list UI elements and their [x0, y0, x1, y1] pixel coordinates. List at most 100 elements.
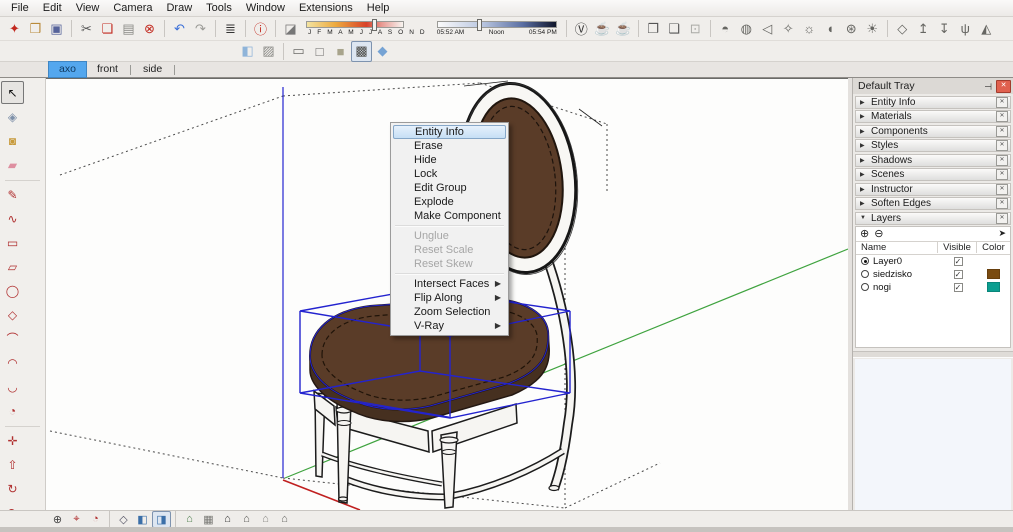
vray-dome-light-button[interactable]: ◓	[715, 18, 736, 39]
tray-panel-instructor[interactable]: ▶ Instructor ✕	[855, 182, 1011, 196]
pie-tool[interactable]: ◔	[1, 399, 24, 422]
select-tool[interactable]: ↖	[1, 81, 24, 104]
layer-active-radio[interactable]	[861, 283, 869, 291]
vray-omni-light-button[interactable]: ☼	[799, 18, 820, 39]
eraser-tool[interactable]: ▰	[1, 153, 24, 176]
toggle-north-arrow-button[interactable]: ⊕	[48, 511, 67, 528]
vray-lock-camera-button[interactable]: ⊡	[685, 18, 706, 39]
context-menu-item-erase[interactable]: Erase	[393, 139, 506, 153]
vray-mesh-light-button[interactable]: ⊛	[841, 18, 862, 39]
context-menu-item-unglue[interactable]: Unglue	[393, 229, 506, 243]
open-model-button[interactable]: ❒	[25, 18, 46, 39]
expand-arrow-icon[interactable]: ▶	[860, 171, 867, 178]
tray-panel-components[interactable]: ▶ Components ✕	[855, 124, 1011, 138]
erase-button[interactable]: ⊗	[139, 18, 160, 39]
vray-fur-button[interactable]: ψ	[955, 18, 976, 39]
section-plane-display-button[interactable]: ◇	[114, 511, 133, 528]
enter-north-angle-button[interactable]: ◔	[86, 511, 105, 528]
make-component-tool[interactable]: ◈	[1, 105, 24, 128]
panel-close-button[interactable]: ✕	[996, 111, 1008, 122]
freehand-tool[interactable]: ∿	[1, 207, 24, 230]
shadow-date-thumb[interactable]	[372, 19, 378, 31]
save-model-button[interactable]: ▣	[46, 18, 67, 39]
tray-panel-layers[interactable]: ▼ Layers ✕	[855, 211, 1011, 225]
set-north-tool-button[interactable]: ⌖	[67, 511, 86, 528]
shadow-date-slider[interactable]: J F M A M J J A S O N D	[306, 19, 427, 36]
scene-tab-front[interactable]: front	[87, 62, 128, 77]
vray-infinite-plane-button[interactable]: ◇	[892, 18, 913, 39]
vray-options-button[interactable]: Ⓥ	[571, 18, 592, 39]
vray-interactive-render-button[interactable]: ☕	[613, 18, 634, 39]
circle-tool[interactable]: ◯	[1, 279, 24, 302]
layer-visible-checkbox[interactable]: ✓	[953, 282, 963, 292]
back-edges-button[interactable]: ▨	[258, 41, 279, 62]
paint-bucket-tool[interactable]: ◙	[1, 129, 24, 152]
line-tool[interactable]: ✎	[1, 183, 24, 206]
add-layer-button[interactable]: ⊕	[860, 227, 869, 240]
layer-visible-checkbox[interactable]: ✓	[953, 256, 963, 266]
vray-dome-light-2-button[interactable]: ◖	[820, 18, 841, 39]
scene-tab-axo[interactable]: axo	[48, 61, 87, 78]
view-top-button[interactable]: ▦	[199, 511, 218, 528]
rectangle-tool[interactable]: ▭	[1, 231, 24, 254]
rotate-tool[interactable]: ↻	[1, 477, 24, 500]
expand-arrow-icon[interactable]: ▶	[860, 142, 867, 149]
tray-panel-soften-edges[interactable]: ▶ Soften Edges ✕	[855, 197, 1011, 210]
menu-draw[interactable]: Draw	[159, 1, 199, 15]
move-tool[interactable]: ✛	[1, 429, 24, 452]
layer-color-swatch[interactable]	[987, 282, 1000, 292]
menu-extensions[interactable]: Extensions	[292, 1, 360, 15]
menu-camera[interactable]: Camera	[106, 1, 159, 15]
vray-frame-buffer-button[interactable]: ❐	[643, 18, 664, 39]
tray-panel-shadows[interactable]: ▶ Shadows ✕	[855, 153, 1011, 167]
vray-batch-render-button[interactable]: ❑	[664, 18, 685, 39]
tray-panel-materials[interactable]: ▶ Materials ✕	[855, 110, 1011, 123]
display-section-fill-button[interactable]: ◨	[152, 510, 171, 528]
view-iso-button[interactable]: ⌂	[180, 511, 199, 528]
new-model-button[interactable]: ✦	[4, 18, 25, 39]
layer-active-radio[interactable]	[861, 270, 869, 278]
model-info-button[interactable]: ⓘ	[250, 18, 271, 39]
cut-button[interactable]: ✂	[76, 18, 97, 39]
tray-close-button[interactable]: ✕	[996, 79, 1011, 93]
monochrome-button[interactable]: ◆	[372, 41, 393, 62]
shadow-date-track[interactable]	[306, 19, 404, 31]
vray-ies-light-button[interactable]: ✧	[778, 18, 799, 39]
context-menu-item-hide[interactable]: Hide	[393, 153, 506, 167]
print-button[interactable]: ≣	[220, 18, 241, 39]
panel-close-button[interactable]: ✕	[996, 212, 1008, 224]
vray-export-proxy-button[interactable]: ↥	[913, 18, 934, 39]
panel-close-button[interactable]: ✕	[996, 140, 1008, 151]
push-pull-tool[interactable]: ⇧	[1, 453, 24, 476]
panel-close-button[interactable]: ✕	[996, 169, 1008, 180]
shadow-time-track[interactable]	[436, 19, 557, 31]
tray-panel-styles[interactable]: ▶ Styles ✕	[855, 139, 1011, 152]
menu-file[interactable]: File	[4, 1, 36, 15]
expand-arrow-icon[interactable]: ▶	[860, 200, 867, 207]
xray-button[interactable]: ◧	[237, 41, 258, 62]
context-menu-item-entity-info[interactable]: Entity Info	[393, 125, 506, 139]
undo-button[interactable]: ↶	[169, 18, 190, 39]
expand-arrow-icon[interactable]: ▶	[860, 99, 867, 106]
tray-panel-entity-info[interactable]: ▶ Entity Info ✕	[855, 95, 1011, 109]
context-menu-item-explode[interactable]: Explode	[393, 195, 506, 209]
context-menu-item-reset-skew[interactable]: Reset Skew	[393, 257, 506, 271]
three-point-arc-tool[interactable]: ◡	[1, 375, 24, 398]
redo-button[interactable]: ↷	[190, 18, 211, 39]
vray-import-proxy-button[interactable]: ↧	[934, 18, 955, 39]
view-right-button[interactable]: ⌂	[237, 511, 256, 528]
shaded-button[interactable]: ■	[330, 41, 351, 62]
hidden-line-button[interactable]: □	[309, 41, 330, 62]
layer-row-nogi[interactable]: nogi ✓	[856, 281, 1010, 294]
copy-button[interactable]: ❏	[97, 18, 118, 39]
layer-row-layer0[interactable]: Layer0 ✓	[856, 255, 1010, 268]
expand-arrow-icon[interactable]: ▶	[860, 113, 867, 120]
context-menu-item-edit-group[interactable]: Edit Group	[393, 181, 506, 195]
shadow-time-slider[interactable]: 05:52 AM Noon 05:54 PM	[436, 19, 557, 36]
scene-tab-side[interactable]: side	[133, 62, 172, 77]
expand-arrow-icon[interactable]: ▶	[860, 186, 867, 193]
shaded-textures-button[interactable]: ▩	[351, 40, 372, 62]
context-menu-item-zoom-selection[interactable]: Zoom Selection	[393, 305, 506, 319]
vray-sphere-light-button[interactable]: ◍	[736, 18, 757, 39]
menu-edit[interactable]: Edit	[36, 1, 69, 15]
